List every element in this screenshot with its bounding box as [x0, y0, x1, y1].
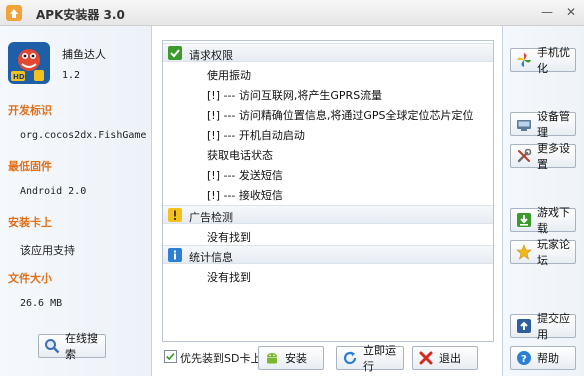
upload-icon — [517, 319, 531, 333]
list-item: [!] --- 访问精确位置信息,将通过GPS全球定位芯片定位 — [207, 109, 474, 122]
category-stats-label: 统计信息 — [189, 251, 233, 264]
game-download-label: 游戏下载 — [537, 206, 570, 235]
app-name: 捕鱼达人 — [62, 48, 106, 61]
apk-installer-logo-icon — [6, 5, 22, 21]
category-permissions-label: 请求权限 — [189, 49, 233, 62]
run-now-button[interactable]: 立即运行 — [336, 344, 404, 373]
submit-app-label: 提交应用 — [537, 312, 570, 341]
device-manage-button[interactable]: 设备管理 — [510, 110, 576, 139]
list-item: 获取电话状态 — [207, 149, 273, 162]
list-item: [!] --- 接收短信 — [207, 189, 283, 202]
sdcard-value: 该应用支持 — [20, 244, 75, 257]
close-x-icon — [419, 351, 433, 365]
window-title: APK安装器 3.0 — [36, 8, 125, 22]
pinwheel-icon — [517, 53, 531, 67]
device-manage-label: 设备管理 — [537, 110, 570, 139]
player-forum-label: 玩家论坛 — [537, 238, 570, 267]
category-ads-label: 广告检测 — [189, 211, 233, 224]
app-version: 1.2 — [62, 70, 81, 81]
run-now-label: 立即运行 — [363, 344, 396, 373]
checkmark-icon — [168, 46, 182, 60]
android-icon — [267, 353, 277, 364]
phone-optimize-label: 手机优化 — [537, 46, 570, 75]
list-item: [!] --- 发送短信 — [207, 169, 283, 182]
online-search-button[interactable]: 在线搜索 — [38, 332, 106, 361]
help-icon: ? — [517, 351, 531, 365]
refresh-icon — [343, 351, 357, 365]
tools-icon — [517, 148, 532, 163]
developer-label: 开发标识 — [8, 104, 52, 117]
star-icon — [516, 244, 532, 260]
svg-text:HD: HD — [13, 73, 25, 81]
firmware-label: 最低固件 — [8, 160, 52, 173]
help-label: 帮助 — [537, 352, 559, 365]
game-download-icon — [517, 213, 531, 227]
more-settings-label: 更多设置 — [537, 142, 570, 171]
warning-icon — [168, 208, 182, 222]
file-size-value: 26.6 MB — [20, 298, 63, 309]
info-icon — [168, 248, 182, 262]
game-download-button[interactable]: 游戏下载 — [510, 206, 576, 235]
title-bar: APK安装器 3.0 — ✕ — [0, 0, 584, 26]
list-item: [!] --- 开机自动启动 — [207, 129, 305, 142]
file-size-label: 文件大小 — [8, 272, 52, 285]
install-button[interactable]: 安装 — [258, 346, 324, 370]
developer-value: org.cocos2dx.FishGame — [20, 130, 147, 141]
submit-app-button[interactable]: 提交应用 — [510, 312, 576, 341]
firmware-value: Android 2.0 — [20, 186, 87, 197]
sd-card-checkbox[interactable] — [164, 350, 177, 363]
magnifier-icon — [45, 339, 60, 354]
fishing-game-icon: HD — [8, 42, 50, 84]
category-permissions[interactable]: 请求权限 — [163, 43, 493, 62]
player-forum-button[interactable]: 玩家论坛 — [510, 238, 576, 267]
online-search-label: 在线搜索 — [65, 332, 98, 361]
phone-optimize-button[interactable]: 手机优化 — [510, 46, 576, 75]
exit-label: 退出 — [439, 352, 461, 365]
sd-card-checkbox-label: 优先装到SD卡上 — [180, 352, 262, 365]
help-button[interactable]: ? 帮助 — [510, 346, 576, 370]
permission-list[interactable]: 请求权限 使用振动 [!] --- 访问互联网,将产生GPRS流量 [!] --… — [162, 40, 494, 342]
category-stats[interactable]: 统计信息 — [163, 245, 493, 264]
device-icon — [517, 120, 531, 131]
close-button[interactable]: ✕ — [564, 5, 578, 19]
category-ads[interactable]: 广告检测 — [163, 205, 493, 224]
list-item: 没有找到 — [207, 231, 251, 244]
list-item: 使用振动 — [207, 69, 251, 82]
app-info-panel: HD 捕鱼达人 1.2 开发标识 org.cocos2dx.FishGame 最… — [0, 26, 152, 376]
sdcard-label: 安装卡上 — [8, 216, 52, 229]
install-label: 安装 — [285, 352, 307, 365]
more-settings-button[interactable]: 更多设置 — [510, 142, 576, 171]
list-item: [!] --- 访问互联网,将产生GPRS流量 — [207, 89, 383, 102]
list-item: 没有找到 — [207, 271, 251, 284]
svg-text:?: ? — [521, 354, 527, 365]
minimize-button[interactable]: — — [540, 5, 554, 19]
exit-button[interactable]: 退出 — [412, 346, 478, 370]
checkmark-icon — [166, 352, 175, 361]
